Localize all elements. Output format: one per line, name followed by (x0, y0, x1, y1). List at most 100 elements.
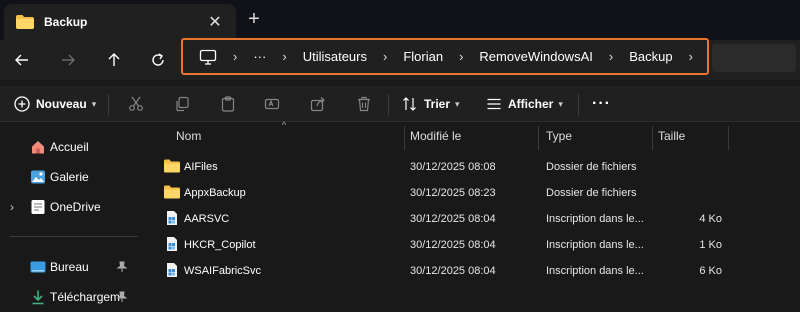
rename-button[interactable] (264, 92, 280, 116)
breadcrumb-separator[interactable]: › (233, 49, 237, 64)
column-divider[interactable] (538, 126, 539, 150)
refresh-icon (152, 53, 164, 66)
paste-button[interactable] (220, 92, 236, 116)
column-header-modified[interactable]: Modifié le (410, 122, 540, 150)
search-input[interactable] (712, 44, 796, 72)
folder-icon (164, 184, 180, 200)
delete-button[interactable] (356, 92, 372, 116)
file-modified: 30/12/2025 08:04 (410, 264, 496, 277)
breadcrumb-utilisateurs[interactable]: Utilisateurs (303, 49, 367, 64)
onedrive-icon (30, 199, 46, 215)
up-button[interactable] (102, 48, 126, 72)
folder-icon (16, 15, 34, 29)
chevron-down-icon: ▾ (558, 98, 563, 109)
sidebar-item-label: Accueil (50, 140, 89, 154)
file-name: AARSVC (184, 212, 230, 225)
gallery-icon (30, 169, 46, 185)
breadcrumb-separator[interactable]: › (282, 49, 286, 64)
sidebar-item-galerie[interactable]: Galerie (0, 164, 148, 190)
sidebar-item-accueil[interactable]: Accueil (0, 134, 148, 160)
navigation-pane: Accueil Galerie › OneDrive Bureau Téléch… (0, 122, 148, 312)
more-options-button[interactable]: ··· (592, 92, 611, 116)
sidebar-item-telechargements[interactable]: Téléchargem (0, 284, 148, 310)
registry-file-icon (164, 210, 180, 226)
divider (578, 94, 579, 116)
copy-button[interactable] (174, 92, 190, 116)
view-lines-icon (487, 98, 501, 110)
arrow-up-icon (108, 53, 120, 66)
sidebar-item-label: Téléchargem (50, 290, 121, 304)
column-header-size[interactable]: Taille (658, 122, 728, 150)
breadcrumb-backup[interactable]: Backup (629, 49, 672, 64)
arrow-right-icon (62, 54, 75, 66)
sidebar-item-onedrive[interactable]: › OneDrive (0, 194, 148, 220)
breadcrumb-removewindowsai[interactable]: RemoveWindowsAI (479, 49, 592, 64)
breadcrumb-separator[interactable]: › (459, 49, 463, 64)
plus-circle-icon (14, 96, 30, 112)
breadcrumb-more[interactable]: ··· (253, 49, 266, 64)
breadcrumb-separator[interactable]: › (383, 49, 387, 64)
refresh-button[interactable] (146, 48, 170, 72)
pin-icon[interactable] (116, 261, 128, 273)
divider (388, 94, 389, 116)
tab-strip: Backup ✕ + (0, 0, 800, 40)
file-name: AppxBackup (184, 186, 246, 199)
sidebar-item-bureau[interactable]: Bureau (0, 254, 148, 280)
file-size: 4 Ko (699, 212, 722, 225)
new-button[interactable]: Nouveau ▾ (14, 92, 96, 116)
close-tab-icon[interactable]: ✕ (206, 13, 224, 31)
file-modified: 30/12/2025 08:08 (410, 160, 496, 173)
scissors-icon (129, 96, 143, 111)
breadcrumb-florian[interactable]: Florian (403, 49, 443, 64)
back-button[interactable] (10, 48, 34, 72)
table-row[interactable]: AppxBackup 30/12/2025 08:23 Dossier de f… (148, 180, 800, 205)
download-icon (30, 289, 46, 305)
file-name: AIFiles (184, 160, 218, 173)
file-modified: 30/12/2025 08:04 (410, 212, 496, 225)
sidebar-item-label: Galerie (50, 170, 89, 184)
file-type: Inscription dans le... (546, 264, 644, 277)
rename-icon (264, 98, 280, 110)
address-bar[interactable]: › ··· › Utilisateurs › Florian › RemoveW… (181, 38, 709, 75)
registry-file-icon (164, 236, 180, 252)
column-divider[interactable] (404, 126, 405, 150)
sort-button[interactable]: Trier ▾ (402, 92, 460, 116)
pin-icon[interactable] (116, 291, 128, 303)
folder-icon (164, 158, 180, 174)
arrow-left-icon (15, 54, 28, 66)
chevron-down-icon: ▾ (455, 98, 460, 109)
column-header-type[interactable]: Type (546, 122, 646, 150)
sidebar-item-label: Bureau (50, 260, 89, 274)
table-row[interactable]: HKCR_Copilot 30/12/2025 08:04 Inscriptio… (148, 232, 800, 257)
trash-icon (358, 96, 370, 112)
file-size (650, 180, 722, 205)
column-divider[interactable] (728, 126, 729, 150)
clipboard-icon (221, 96, 235, 112)
table-row[interactable]: AARSVC 30/12/2025 08:04 Inscription dans… (148, 206, 800, 231)
file-size (650, 154, 722, 179)
view-label: Afficher (508, 97, 554, 111)
column-header-name[interactable]: Nom (176, 122, 402, 150)
column-divider[interactable] (652, 126, 653, 150)
expand-chevron-icon[interactable]: › (10, 200, 14, 214)
tab-backup[interactable]: Backup ✕ (4, 4, 236, 40)
breadcrumb-separator[interactable]: › (609, 49, 613, 64)
forward-button[interactable] (56, 48, 80, 72)
cut-button[interactable] (128, 92, 144, 116)
file-size: 1 Ko (699, 238, 722, 251)
breadcrumb-separator[interactable]: › (689, 49, 693, 64)
sort-label: Trier (424, 97, 451, 111)
tab-title: Backup (44, 15, 88, 29)
chevron-down-icon: ▾ (91, 98, 97, 109)
share-icon (310, 97, 325, 112)
new-tab-button[interactable]: + (244, 9, 264, 30)
copy-icon (176, 96, 189, 112)
this-pc-icon[interactable] (199, 49, 217, 65)
view-button[interactable]: Afficher ▾ (486, 92, 563, 116)
table-row[interactable]: WSAIFabricSvc 30/12/2025 08:04 Inscripti… (148, 258, 800, 283)
file-list: ^ Nom Modifié le Type Taille AIFiles 30/… (148, 120, 800, 312)
file-name: HKCR_Copilot (184, 238, 256, 251)
share-button[interactable] (310, 92, 326, 116)
table-row[interactable]: AIFiles 30/12/2025 08:08 Dossier de fich… (148, 154, 800, 179)
file-type: Inscription dans le... (546, 212, 644, 225)
